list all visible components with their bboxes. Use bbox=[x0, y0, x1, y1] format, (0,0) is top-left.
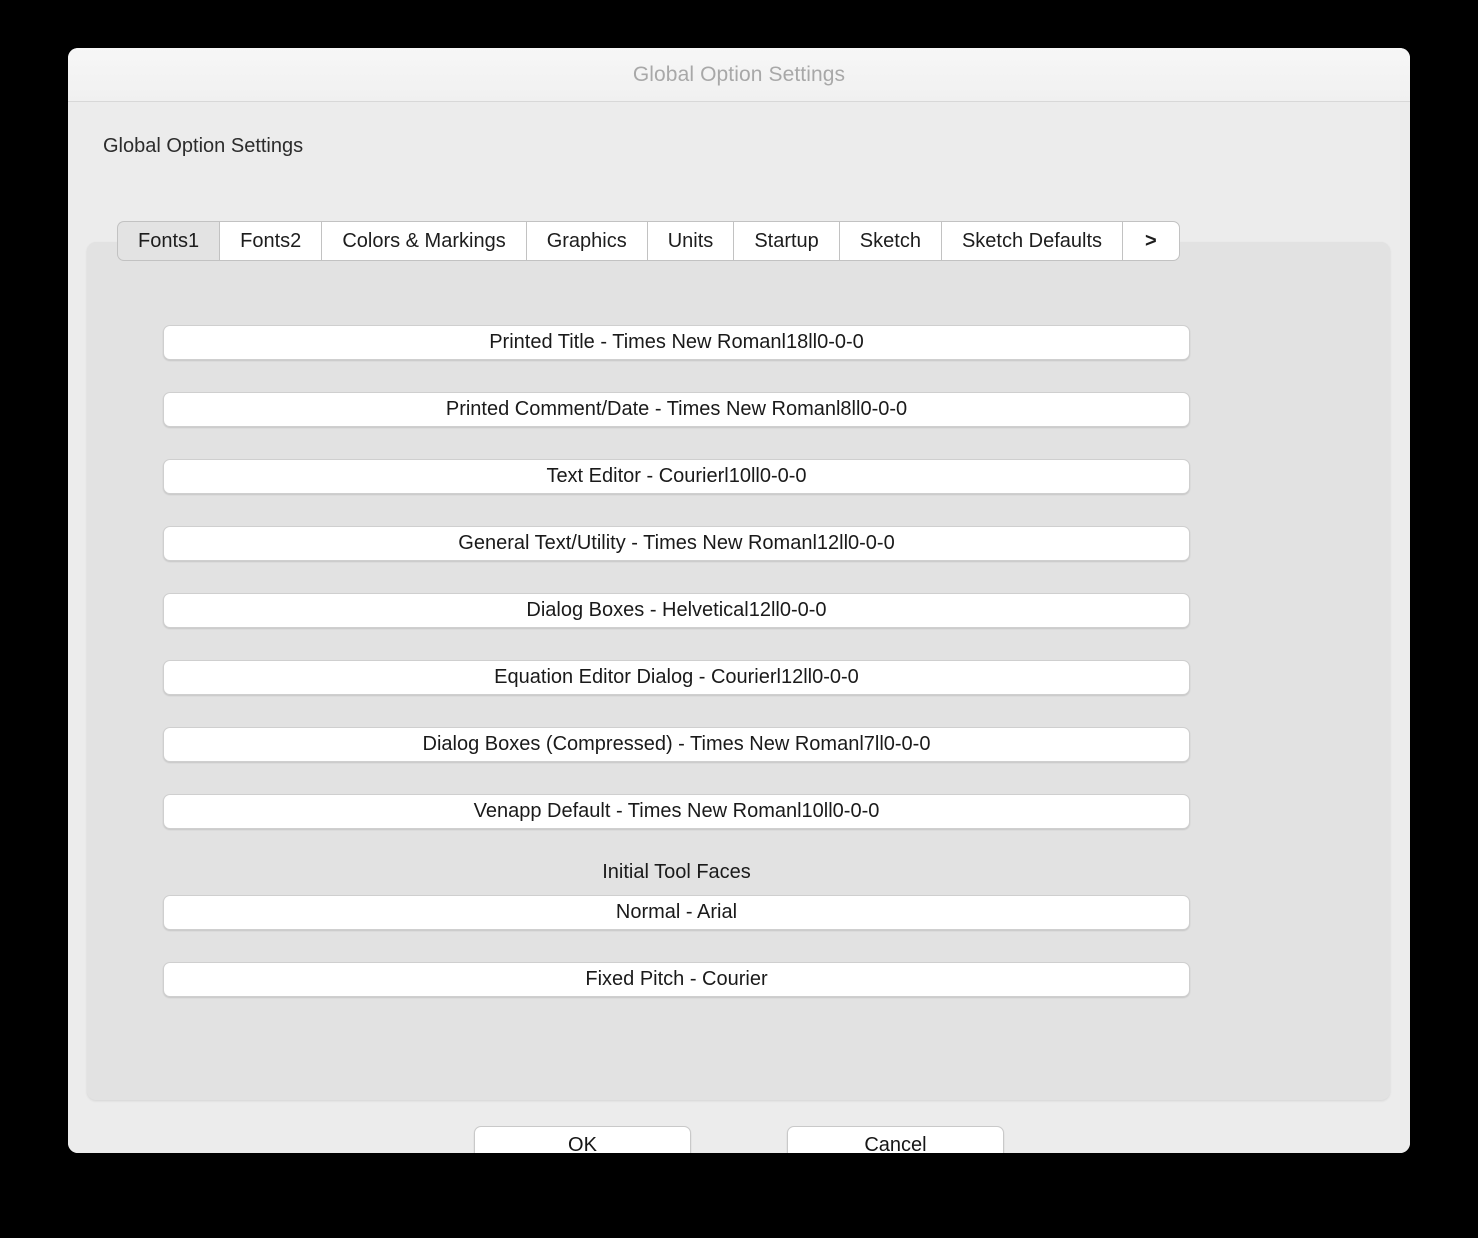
window-body: Global Option Settings Fonts1 Fonts2 Col… bbox=[68, 102, 1410, 1153]
field-normal-tool-face[interactable]: Normal - Arial bbox=[163, 895, 1190, 930]
window-title: Global Option Settings bbox=[632, 62, 846, 86]
font-settings-list: Printed Title - Times New Romanl18ll0-0-… bbox=[163, 325, 1190, 1029]
tab-units[interactable]: Units bbox=[646, 221, 734, 261]
initial-tool-faces-label: Initial Tool Faces bbox=[602, 861, 751, 883]
field-equation-editor-dialog[interactable]: Equation Editor Dialog - Courierl12ll0-0… bbox=[163, 660, 1190, 695]
window-titlebar: Global Option Settings bbox=[68, 48, 1410, 102]
tab-panel-fonts1: Printed Title - Times New Romanl18ll0-0-… bbox=[87, 242, 1390, 1100]
dialog-footer: OK Cancel bbox=[68, 1126, 1410, 1153]
tab-fonts2[interactable]: Fonts2 bbox=[219, 221, 322, 261]
field-general-text-utility[interactable]: General Text/Utility - Times New Romanl1… bbox=[163, 526, 1190, 561]
global-option-settings-window: Global Option Settings Global Option Set… bbox=[68, 48, 1410, 1153]
tab-sketch-defaults[interactable]: Sketch Defaults bbox=[940, 221, 1123, 261]
group-label: Global Option Settings bbox=[103, 135, 304, 157]
tab-startup[interactable]: Startup bbox=[733, 221, 839, 261]
field-dialog-boxes[interactable]: Dialog Boxes - Helvetical12ll0-0-0 bbox=[163, 593, 1190, 628]
field-printed-title[interactable]: Printed Title - Times New Romanl18ll0-0-… bbox=[163, 325, 1190, 360]
tab-colors-and-markings[interactable]: Colors & Markings bbox=[321, 221, 526, 261]
field-venapp-default[interactable]: Venapp Default - Times New Romanl10ll0-0… bbox=[163, 794, 1190, 829]
cancel-button[interactable]: Cancel bbox=[787, 1126, 1004, 1153]
tab-fonts1[interactable]: Fonts1 bbox=[117, 221, 220, 261]
tab-sketch[interactable]: Sketch bbox=[838, 221, 941, 261]
tab-next-arrow-icon[interactable]: > bbox=[1122, 221, 1180, 261]
ok-button[interactable]: OK bbox=[474, 1126, 691, 1153]
field-printed-comment-date[interactable]: Printed Comment/Date - Times New Romanl8… bbox=[163, 392, 1190, 427]
field-fixed-pitch-tool-face[interactable]: Fixed Pitch - Courier bbox=[163, 962, 1190, 997]
field-text-editor[interactable]: Text Editor - Courierl10ll0-0-0 bbox=[163, 459, 1190, 494]
tab-graphics[interactable]: Graphics bbox=[525, 221, 647, 261]
tab-strip: Fonts1 Fonts2 Colors & Markings Graphics… bbox=[117, 221, 1180, 261]
field-dialog-boxes-compressed[interactable]: Dialog Boxes (Compressed) - Times New Ro… bbox=[163, 727, 1190, 762]
